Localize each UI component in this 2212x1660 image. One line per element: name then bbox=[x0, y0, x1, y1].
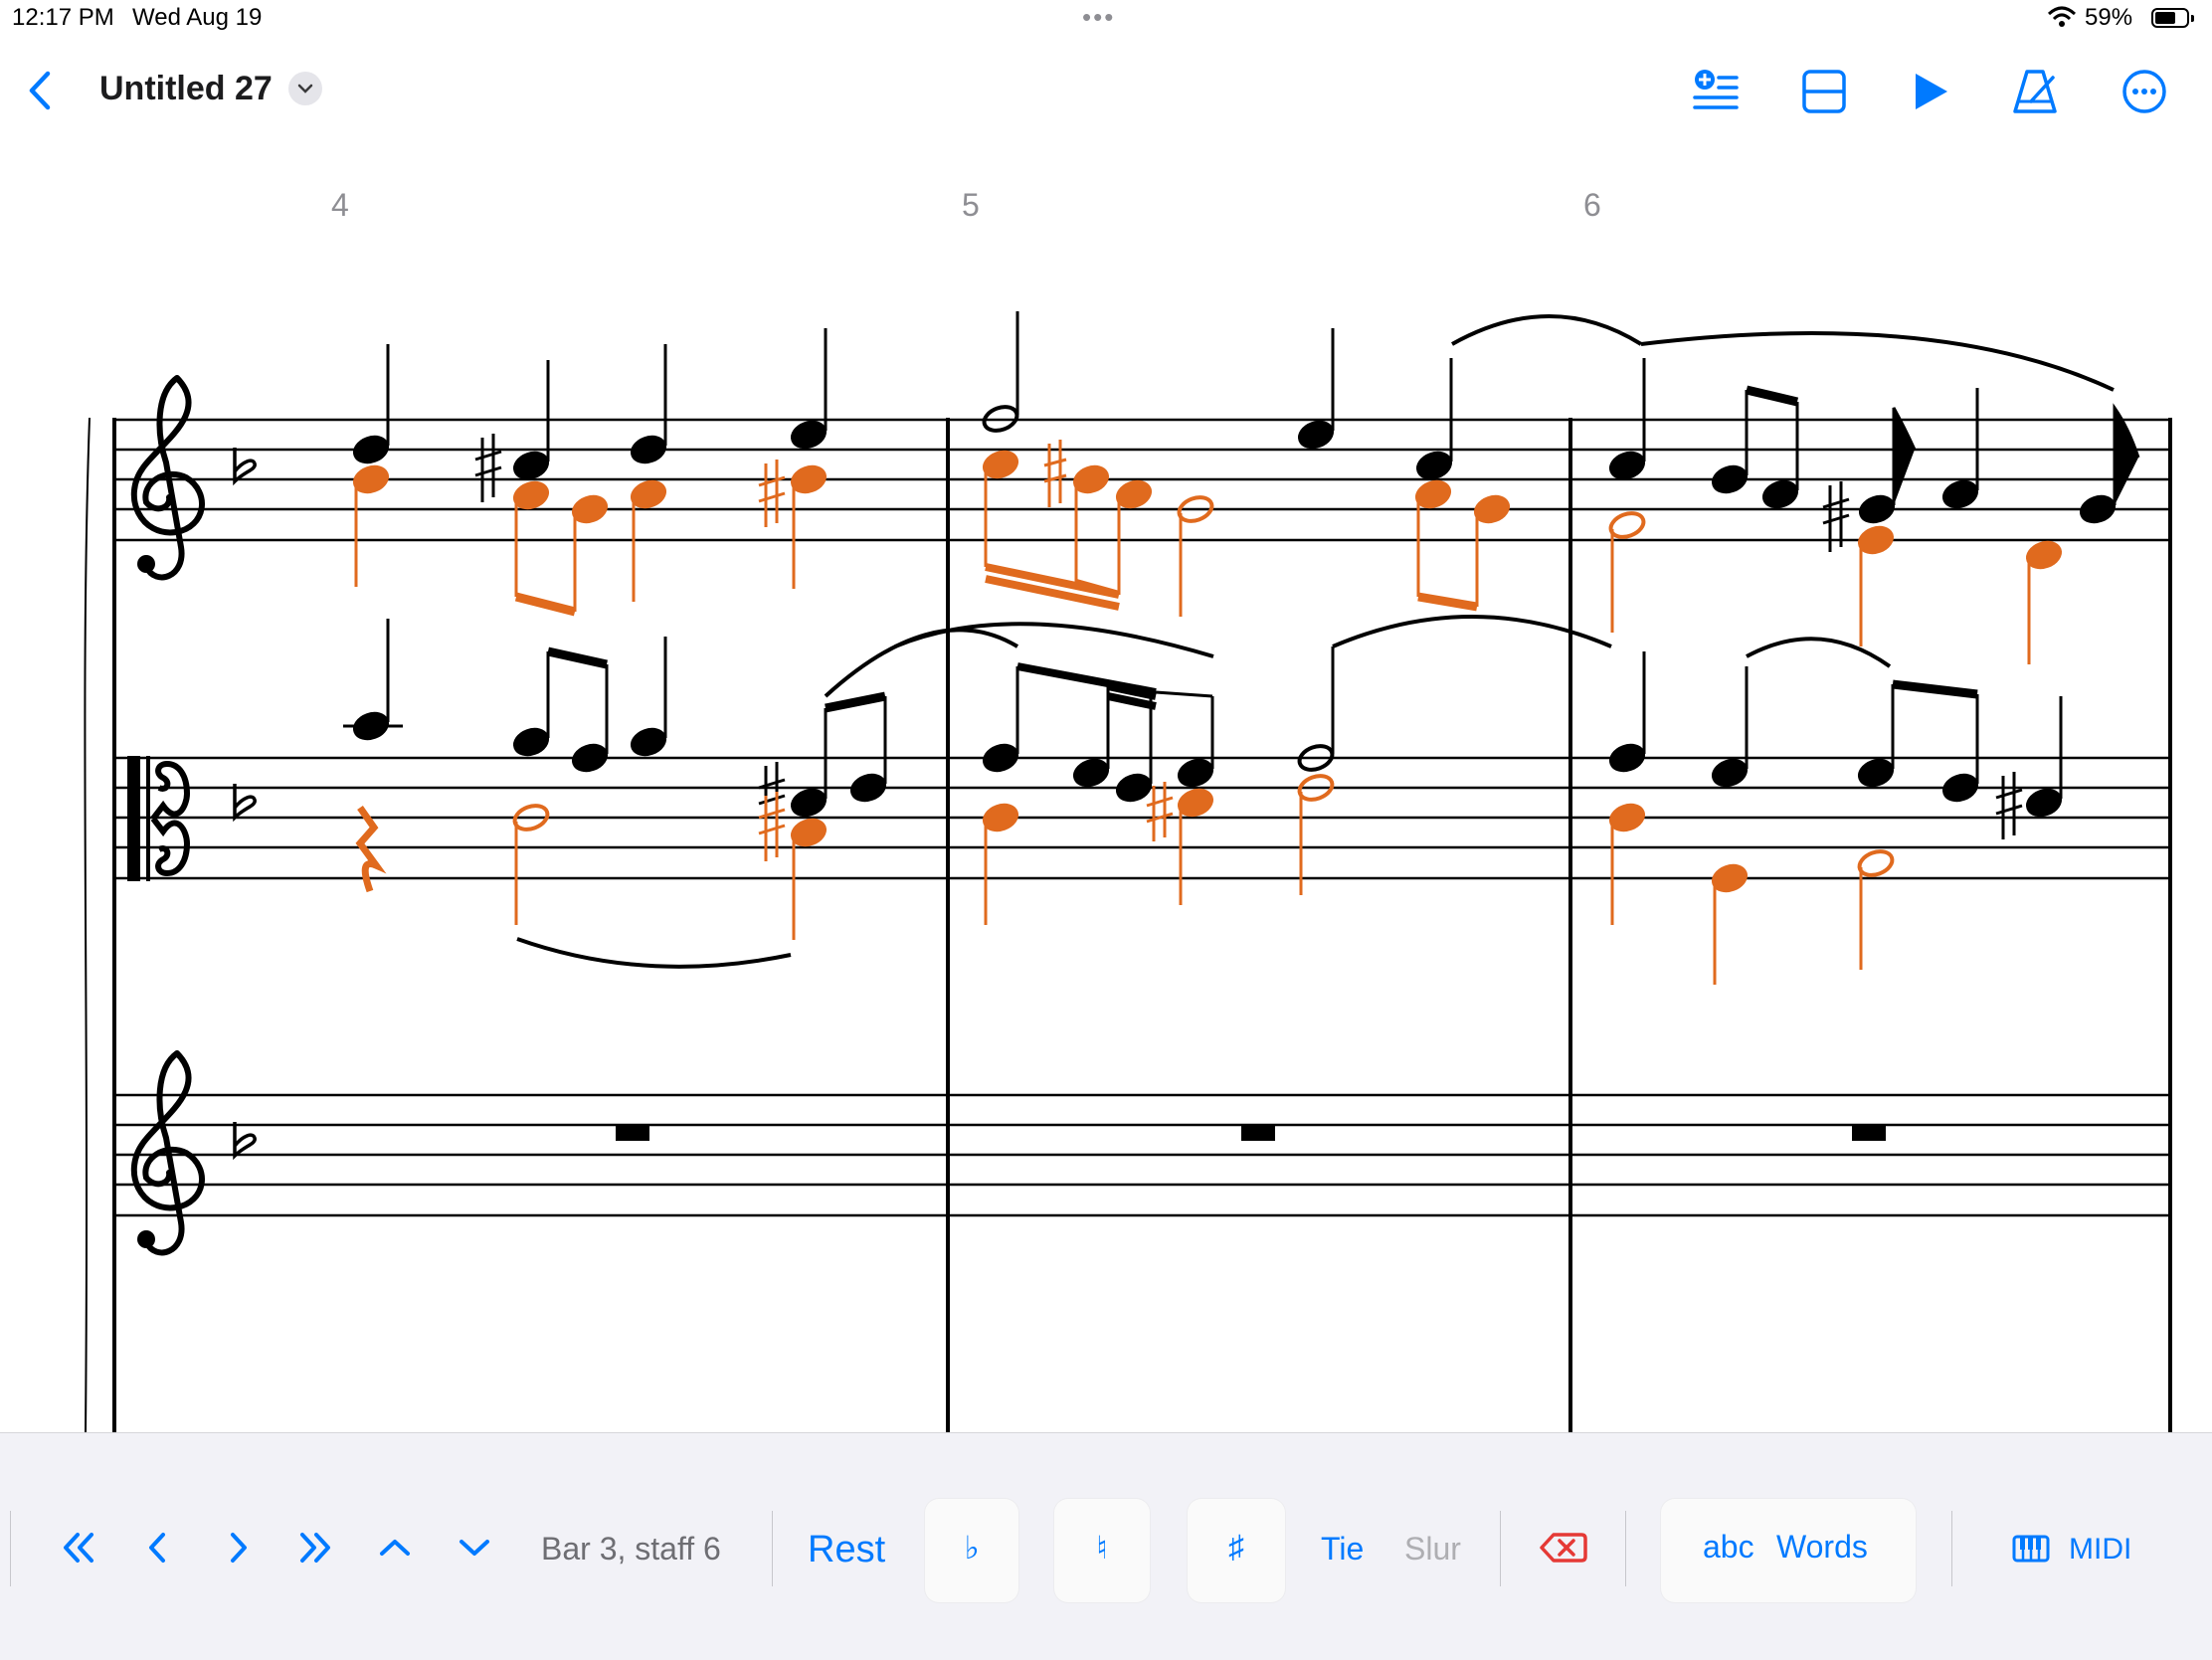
wifi-icon bbox=[2047, 6, 2077, 27]
nav-bar: Untitled 27 bbox=[0, 50, 2212, 129]
chevron-down-icon[interactable] bbox=[288, 72, 322, 105]
words-button[interactable]: abc Words bbox=[1661, 1499, 1916, 1602]
flat-label: ♭ bbox=[964, 1530, 980, 1566]
staff-1-voice-1[interactable] bbox=[351, 311, 2140, 552]
tie-button[interactable]: Tie bbox=[1321, 1531, 1364, 1568]
key-flat-icon bbox=[233, 446, 257, 483]
score-canvas[interactable]: 4 5 6 bbox=[0, 129, 2212, 1432]
staff-1-voice-2-selected[interactable] bbox=[351, 440, 2064, 664]
divider bbox=[10, 1511, 11, 1586]
staff-3-rests[interactable] bbox=[616, 1125, 1886, 1141]
midi-button[interactable]: MIDI bbox=[2069, 1533, 2131, 1567]
status-bar: 12:17 PM Wed Aug 19 ••• 59% bbox=[0, 0, 2212, 40]
staff-1[interactable] bbox=[112, 418, 2172, 542]
divider bbox=[1625, 1511, 1626, 1586]
more-icon[interactable] bbox=[2117, 64, 2172, 119]
status-time: 12:17 PM bbox=[12, 4, 114, 31]
natural-label: ♮ bbox=[1096, 1530, 1108, 1566]
piano-keyboard-icon[interactable] bbox=[2011, 1523, 2051, 1572]
battery-icon bbox=[2151, 8, 2194, 28]
treble-clef-icon bbox=[134, 1053, 202, 1252]
sharp-button[interactable]: ♯ bbox=[1188, 1499, 1285, 1602]
bar-number-4: 4 bbox=[331, 187, 349, 223]
flat-button[interactable]: ♭ bbox=[925, 1499, 1018, 1602]
jump-start-icon[interactable] bbox=[54, 1523, 103, 1572]
add-staff-icon[interactable] bbox=[1687, 64, 1743, 119]
jump-end-icon[interactable] bbox=[290, 1523, 340, 1572]
staff-down-icon[interactable] bbox=[450, 1523, 499, 1572]
battery-percent: 59% bbox=[2085, 4, 2133, 31]
back-chevron-icon[interactable] bbox=[20, 66, 60, 115]
status-date: Wed Aug 19 bbox=[132, 4, 263, 31]
delete-icon[interactable] bbox=[1536, 1523, 1589, 1572]
abc-label: abc bbox=[1703, 1529, 1754, 1565]
previous-icon[interactable] bbox=[133, 1523, 183, 1572]
bottom-toolbar: Bar 3, staff 6 Rest ♭ ♮ ♯ Tie Slur abc W… bbox=[0, 1432, 2212, 1660]
staff-3[interactable] bbox=[112, 1093, 2172, 1217]
divider bbox=[1500, 1511, 1501, 1586]
bar-number-6: 6 bbox=[1583, 187, 1601, 223]
treble-clef-icon bbox=[134, 378, 202, 577]
document-title[interactable]: Untitled 27 bbox=[99, 70, 273, 108]
metronome-icon[interactable] bbox=[2007, 64, 2063, 119]
sharp-label: ♯ bbox=[1228, 1529, 1244, 1565]
words-label: Words bbox=[1776, 1529, 1868, 1565]
divider bbox=[772, 1511, 773, 1586]
divider bbox=[1951, 1511, 1952, 1586]
next-icon[interactable] bbox=[213, 1523, 263, 1572]
play-icon[interactable] bbox=[1902, 64, 1957, 119]
bar-number-5: 5 bbox=[962, 187, 980, 223]
staff-up-icon[interactable] bbox=[370, 1523, 420, 1572]
slur-button[interactable]: Slur bbox=[1404, 1531, 1461, 1568]
key-flat-icon bbox=[233, 1120, 257, 1158]
multitasking-dots-icon[interactable]: ••• bbox=[1082, 2, 1115, 33]
natural-button[interactable]: ♮ bbox=[1054, 1499, 1150, 1602]
layout-icon[interactable] bbox=[1796, 64, 1852, 119]
cursor-position: Bar 3, staff 6 bbox=[541, 1531, 721, 1567]
rest-button[interactable]: Rest bbox=[808, 1529, 885, 1571]
